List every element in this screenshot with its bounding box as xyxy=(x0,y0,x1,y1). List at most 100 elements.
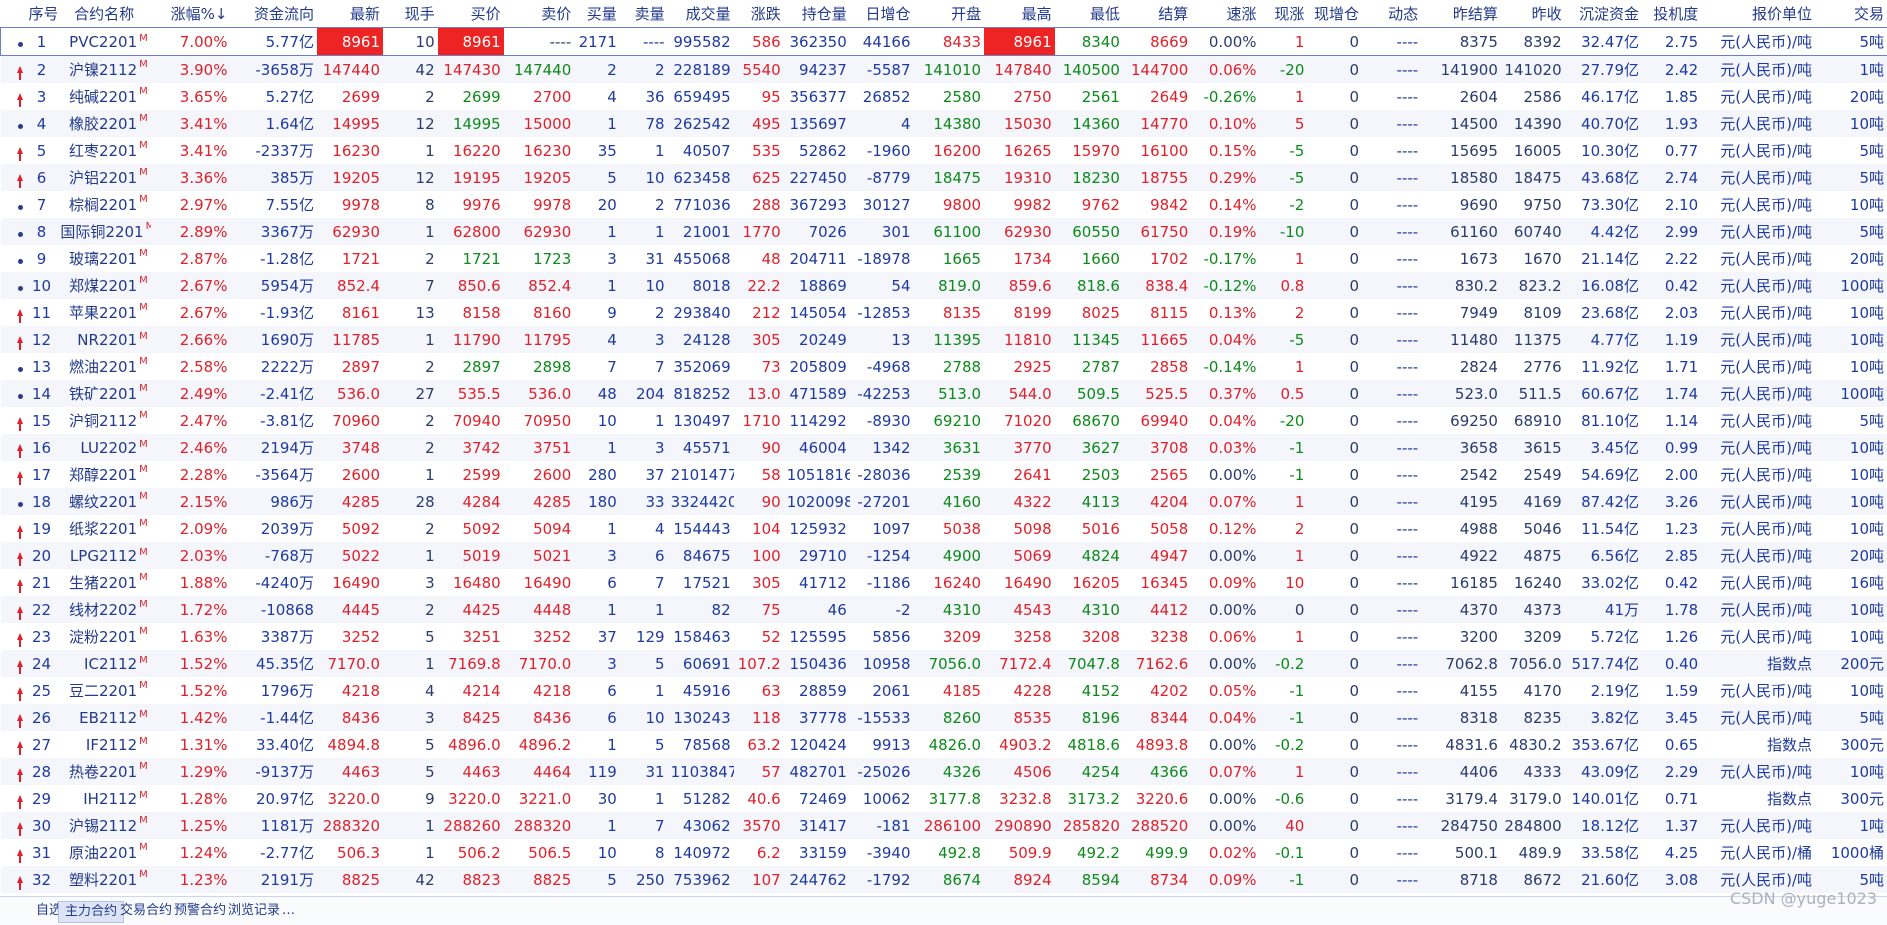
quote-row[interactable]: 14铁矿2201M2.49%-2.41亿536.027535.5536.0482… xyxy=(1,380,1887,407)
column-header-change-pct[interactable]: 涨幅%↓ xyxy=(151,0,231,28)
cell-speed: 0.04% xyxy=(1191,704,1259,731)
quote-row[interactable]: 8国际铜2201M2.89%3367万629301628006293011210… xyxy=(1,218,1887,245)
column-header-low[interactable]: 最低 xyxy=(1055,0,1123,28)
quote-row[interactable]: 10郑煤2201M2.67%5954万852.47850.6852.411080… xyxy=(1,272,1887,299)
quote-row[interactable]: 4橡胶2201M3.41%1.64亿1499512149951500017826… xyxy=(1,110,1887,137)
column-header-prev-close[interactable]: 昨收 xyxy=(1501,0,1565,28)
cell-status: ---- xyxy=(1362,272,1421,299)
quote-row[interactable]: 11苹果2201M2.67%-1.93亿81611381588160922938… xyxy=(1,299,1887,326)
cell-prev-settle: 4195 xyxy=(1421,488,1501,515)
cell-ask: 70950 xyxy=(504,407,575,434)
cell-trade-unit: 20吨 xyxy=(1815,542,1887,569)
column-header-tick-change[interactable]: 现涨 xyxy=(1260,0,1308,28)
cell-open: 3177.8 xyxy=(914,785,985,812)
quote-row[interactable]: 18螺纹2201M2.15%986万4285284284428518033332… xyxy=(1,488,1887,515)
cell-fund-flow: -9137万 xyxy=(230,758,317,785)
cell-tick-change: -0.1 xyxy=(1260,839,1308,866)
quote-row[interactable]: 9玻璃2201M2.87%-1.28亿172121721172333145506… xyxy=(1,245,1887,272)
column-header-high[interactable]: 最高 xyxy=(984,0,1055,28)
cell-index: 27 xyxy=(26,731,58,758)
quote-row[interactable]: 19纸浆2201M2.09%2039万509225092509414154443… xyxy=(1,515,1887,542)
cell-contract: 塑料2201M xyxy=(57,866,150,893)
cell-quote-unit: 元(人民币)/吨 xyxy=(1701,191,1815,218)
quote-row[interactable]: 15沪铜2112M2.47%-3.81亿70960270940709501011… xyxy=(1,407,1887,434)
cell-bid-vol: 20 xyxy=(574,191,620,218)
column-header-last[interactable]: 最新 xyxy=(317,0,383,28)
column-header-tick-oi[interactable]: 现增仓 xyxy=(1307,0,1362,28)
column-header-settle[interactable]: 结算 xyxy=(1123,0,1191,28)
quote-row[interactable]: 7棕榈2201M2.97%7.55亿9978899769978202771036… xyxy=(1,191,1887,218)
cell-ask: 2600 xyxy=(504,461,575,488)
quote-row[interactable]: 29IH2112M1.28%20.97亿3220.093220.03221.03… xyxy=(1,785,1887,812)
quote-row[interactable]: 21生猪2201M1.88%-4240万16490316480164906717… xyxy=(1,569,1887,596)
cell-trade-unit: 5吨 xyxy=(1815,704,1887,731)
cell-open: 513.0 xyxy=(914,380,985,407)
column-header-fund-flow[interactable]: 资金流向 xyxy=(230,0,317,28)
cell-tick-change: -1 xyxy=(1260,434,1308,461)
cell-change: 52 xyxy=(734,623,784,650)
quote-row[interactable]: 32塑料2201M1.23%2191万882542882388255250753… xyxy=(1,866,1887,893)
cell-open: 141010 xyxy=(914,56,985,84)
cell-bid: 3742 xyxy=(438,434,504,461)
main-contract-badge: M xyxy=(139,815,148,826)
column-header-quote-unit[interactable]: 报价单位 xyxy=(1701,0,1815,28)
quote-row[interactable]: 5红枣2201M3.41%-2337万162301162201623035140… xyxy=(1,137,1887,164)
quote-row[interactable]: 25豆二2201M1.52%1796万421844214421861459166… xyxy=(1,677,1887,704)
column-header-change[interactable]: 涨跌 xyxy=(734,0,784,28)
column-header-ask-vol[interactable]: 卖量 xyxy=(620,0,668,28)
quote-row[interactable]: 24IC2112M1.52%45.35亿7170.017169.87170.03… xyxy=(1,650,1887,677)
cell-ask-vol: 8 xyxy=(620,839,668,866)
quote-row[interactable]: 13燃油2201M2.58%2222万289722897289877352069… xyxy=(1,353,1887,380)
column-header-bid[interactable]: 买价 xyxy=(438,0,504,28)
column-header-status[interactable]: 动态 xyxy=(1362,0,1421,28)
up-arrow-icon xyxy=(1,542,26,569)
column-header-bid-vol[interactable]: 买量 xyxy=(574,0,620,28)
quote-row[interactable]: 20LPG2112M2.03%-768万50221501950213684675… xyxy=(1,542,1887,569)
cell-prev-close: 9750 xyxy=(1501,191,1565,218)
column-header-margin-capital[interactable]: 沉淀资金 xyxy=(1565,0,1642,28)
cell-status: ---- xyxy=(1362,353,1421,380)
quote-row[interactable]: 2沪镍2112M3.90%-3658万147440421474301474402… xyxy=(1,56,1887,84)
column-header-speculation[interactable]: 投机度 xyxy=(1642,0,1701,28)
quote-row[interactable]: 28热卷2201M1.29%-9137万44635446344641193111… xyxy=(1,758,1887,785)
quote-row[interactable]: 12NR2201M2.66%1690万117851117901179543241… xyxy=(1,326,1887,353)
column-header-open[interactable]: 开盘 xyxy=(914,0,985,28)
cell-low: 4113 xyxy=(1055,488,1123,515)
cell-oi-change: -28036 xyxy=(850,461,914,488)
quote-row[interactable]: 31原油2201M1.24%-2.77亿506.31506.2506.51081… xyxy=(1,839,1887,866)
column-header-oi-change[interactable]: 日增仓 xyxy=(850,0,914,28)
quote-row[interactable]: 30沪锡2112M1.25%1181万288320128826028832017… xyxy=(1,812,1887,839)
cell-prev-close: 14390 xyxy=(1501,110,1565,137)
column-header-speed[interactable]: 速涨 xyxy=(1191,0,1259,28)
cell-last: 16230 xyxy=(317,137,383,164)
contract-name: IC2112 xyxy=(84,655,137,673)
cell-last: 2897 xyxy=(317,353,383,380)
quote-row[interactable]: 23淀粉2201M1.63%3387万325253251325237129158… xyxy=(1,623,1887,650)
cell-trade-unit: 10吨 xyxy=(1815,299,1887,326)
quote-row[interactable]: 27IF2112M1.31%33.40亿4894.854896.04896.21… xyxy=(1,731,1887,758)
cell-speed: 0.00% xyxy=(1191,731,1259,758)
column-header-contract[interactable]: 合约名称 xyxy=(57,0,150,28)
cell-bid: 7169.8 xyxy=(438,650,504,677)
cell-oi-change: 5856 xyxy=(850,623,914,650)
quote-row[interactable]: 17郑醇2201M2.28%-3564万26001259926002803721… xyxy=(1,461,1887,488)
column-header-trade-unit[interactable]: 交易 xyxy=(1815,0,1887,28)
main-contract-badge: M xyxy=(139,356,148,367)
tab-more[interactable]: … xyxy=(276,901,301,921)
column-header-last-vol[interactable]: 现手 xyxy=(383,0,438,28)
quote-row[interactable]: 6沪铝2201M3.36%385万19205121919519205510623… xyxy=(1,164,1887,191)
column-header-index[interactable]: 序号 xyxy=(26,0,58,28)
cell-prev-close: 141020 xyxy=(1501,56,1565,84)
column-header-open-interest[interactable]: 持仓量 xyxy=(784,0,850,28)
cell-quote-unit: 元(人民币)/吨 xyxy=(1701,56,1815,84)
column-header-ask[interactable]: 卖价 xyxy=(504,0,575,28)
contract-name: 苹果2201 xyxy=(69,304,137,322)
column-header-volume[interactable]: 成交量 xyxy=(668,0,734,28)
quote-row[interactable]: 26EB2112M1.42%-1.44亿84363842584366101302… xyxy=(1,704,1887,731)
column-header-prev-settle[interactable]: 昨结算 xyxy=(1421,0,1501,28)
quote-row[interactable]: 16LU2202M2.46%2194万374823742375113455719… xyxy=(1,434,1887,461)
quote-row[interactable]: 22线材2202M1.72%-1086844452442544481182754… xyxy=(1,596,1887,623)
quote-row[interactable]: 1PVC2201M7.00%5.77亿8961108961----2171---… xyxy=(1,28,1887,56)
cell-open: 2788 xyxy=(914,353,985,380)
quote-row[interactable]: 3纯碱2201M3.65%5.27亿2699226992700436659495… xyxy=(1,83,1887,110)
